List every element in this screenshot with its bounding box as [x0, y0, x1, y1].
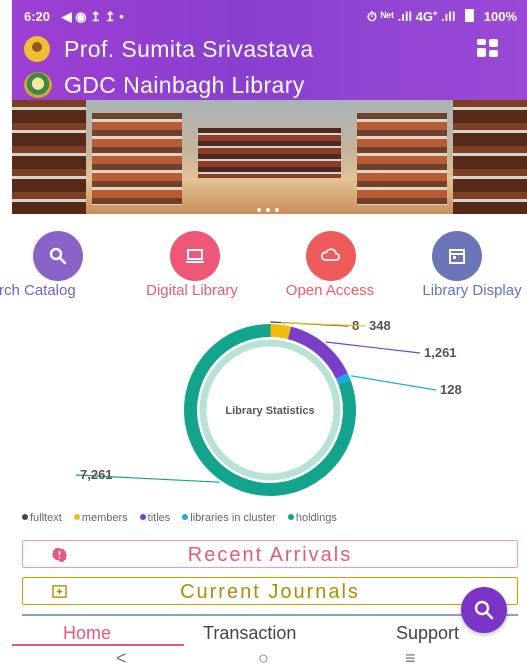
- status-right: ⏱ ᴺᵉᵗ .ıll 4G⁺ .ıll 100%: [367, 9, 517, 25]
- tab-home[interactable]: Home: [63, 623, 111, 644]
- library-display-circle: [432, 231, 482, 281]
- system-navigation-bar: < ○ ≡: [0, 648, 527, 669]
- open-access-circle: [306, 231, 356, 281]
- tab-support[interactable]: Support: [396, 623, 459, 644]
- bookshelf-center: [198, 128, 341, 178]
- legend-item-libraries-in-cluster[interactable]: libraries in cluster: [182, 512, 282, 524]
- legend-item-holdings[interactable]: holdings: [287, 512, 343, 524]
- library-logo-icon: [24, 72, 52, 98]
- chart-title: Library Statistics: [225, 405, 314, 417]
- legend-swatch: [287, 514, 294, 520]
- carousel-dot: [257, 208, 261, 212]
- tab-transaction[interactable]: Transaction: [203, 623, 296, 644]
- carousel-dots: [257, 199, 284, 214]
- search-catalog-label: Search Catalog: [0, 282, 76, 299]
- current-journals-label: Current Journals: [180, 581, 360, 603]
- app-header: 6:20 ◀ ◉ ↥ ↥ • ⏱ ᴺᵉᵗ .ıll 4G⁺ .ıll 100% …: [12, 0, 527, 100]
- digital-library-circle: [170, 231, 220, 281]
- recent-arrivals-label: Recent Arrivals: [187, 544, 353, 566]
- search-catalog-circle: [33, 231, 83, 281]
- data-label-line-libraries-in-cluster: [351, 375, 437, 391]
- open-access-label: Open Access: [285, 282, 375, 299]
- bookshelf-right: [453, 100, 527, 214]
- library-app-screen: 6:20 ◀ ◉ ↥ ↥ • ⏱ ᴺᵉᵗ .ıll 4G⁺ .ıll 100% …: [0, 0, 527, 669]
- status-network-icons: ⏱ ᴺᵉᵗ .ıll 4G⁺ .ıll: [366, 9, 456, 24]
- current-journals-button[interactable]: Current Journals: [22, 577, 518, 605]
- data-label-libraries-in-cluster: 128: [440, 382, 462, 397]
- data-label-members: 348: [369, 318, 391, 333]
- bottom-navigation: Home Transaction Support: [0, 620, 527, 650]
- library-statistics-chart: Library Statistics 8 348 1,261 128 7,261: [0, 315, 527, 500]
- battery-level: 100%: [483, 9, 517, 24]
- grid-icon[interactable]: [477, 39, 499, 58]
- status-notification-icons: ◀ ◉ ↥ ↥ •: [61, 9, 124, 24]
- user-avatar-icon: [24, 36, 50, 62]
- cloud-icon: [321, 248, 341, 261]
- tab-home-indicator: [12, 644, 184, 646]
- user-row: Prof. Sumita Srivastava: [12, 35, 515, 63]
- legend-swatch: [139, 514, 146, 520]
- system-back-button[interactable]: <: [116, 648, 127, 669]
- chart-legend: fulltext members titles libraries in cluste…: [22, 512, 349, 524]
- legend-label: members: [81, 512, 128, 524]
- bookshelf-left: [12, 100, 86, 214]
- calendar-icon: [449, 249, 465, 264]
- data-label-titles: 1,261: [424, 345, 457, 360]
- legend-label: holdings: [295, 512, 337, 524]
- status-left: 6:20 ◀ ◉ ↥ ↥ •: [24, 9, 124, 25]
- legend-label: titles: [147, 512, 171, 524]
- digital-library-label: Digital Library: [146, 282, 238, 299]
- legend-swatch: [73, 514, 80, 520]
- status-time: 6:20: [24, 9, 51, 24]
- open-access-button[interactable]: Open Access: [286, 231, 374, 301]
- bookshelf-left-inner: [92, 113, 182, 205]
- bookshelf-right-inner: [357, 113, 447, 205]
- search-catalog-button[interactable]: Search Catalog: [0, 231, 91, 301]
- recent-arrivals-button[interactable]: Recent Arrivals: [22, 540, 518, 568]
- legend-item-members[interactable]: members: [73, 512, 134, 524]
- legend-swatch: [22, 514, 28, 520]
- library-row: GDC Nainbagh Library: [12, 71, 515, 99]
- digital-library-button[interactable]: Digital Library: [146, 231, 238, 301]
- legend-label: libraries in cluster: [190, 512, 276, 524]
- data-label-holdings: 7,261: [80, 467, 113, 482]
- legend-item-fulltext[interactable]: fulltext: [22, 512, 68, 524]
- donut-slice-members: [270, 324, 292, 340]
- legend-swatch: [182, 514, 189, 520]
- user-name: Prof. Sumita Srivastava: [64, 36, 314, 62]
- laptop-icon: [186, 249, 204, 263]
- library-name: GDC Nainbagh Library: [64, 72, 305, 98]
- system-recents-button[interactable]: ≡: [405, 648, 416, 669]
- quick-link-row: Search Catalog Digital Library Open Acce…: [0, 231, 527, 301]
- status-bar: 6:20 ◀ ◉ ↥ ↥ • ⏱ ᴺᵉᵗ .ıll 4G⁺ .ıll 100%: [24, 0, 527, 34]
- battery-icon: [465, 9, 475, 22]
- library-statistics-svg: Library Statistics 8 3481,2611287,261: [75, 318, 462, 496]
- library-banner-carousel[interactable]: [12, 100, 527, 214]
- search-icon: [49, 247, 67, 265]
- system-home-button[interactable]: ○: [258, 648, 269, 669]
- legend-label: fulltext: [30, 512, 62, 524]
- carousel-dot: [275, 208, 279, 212]
- library-display-button[interactable]: Library Display: [420, 231, 522, 301]
- library-display-label: Library Display: [422, 282, 522, 299]
- legend-item-titles[interactable]: titles: [139, 512, 177, 524]
- carousel-dot: [266, 208, 270, 212]
- data-label-line-titles: [325, 341, 421, 354]
